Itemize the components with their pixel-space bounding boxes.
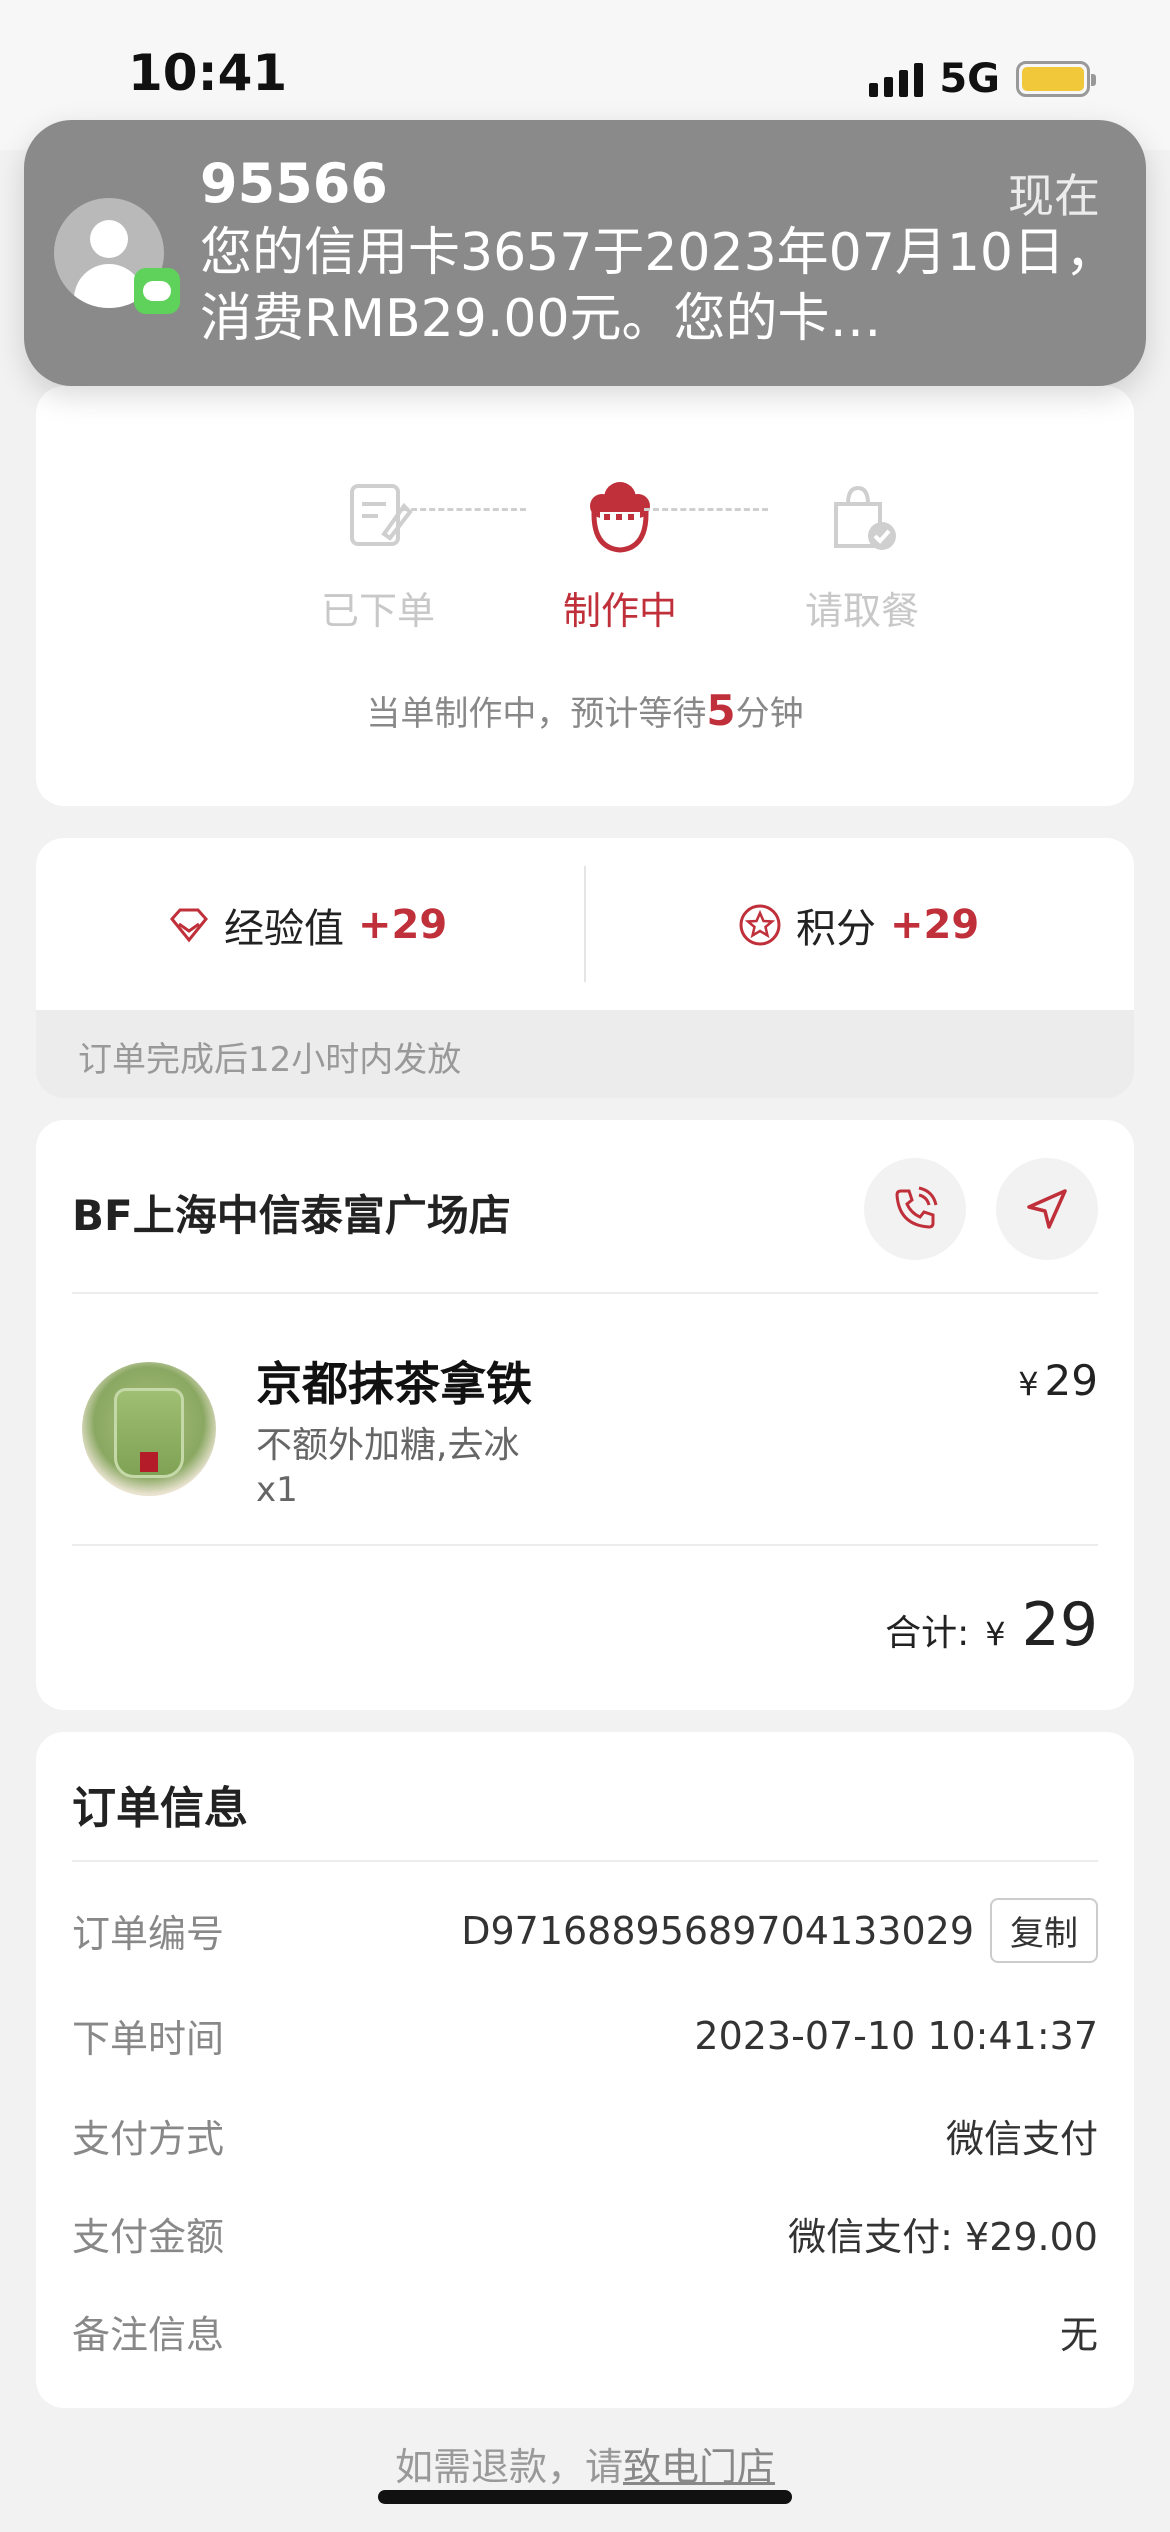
step-connector [402,508,526,511]
order-info-card: 订单信息 订单编号 D9716889568970413302​9 复制 下单时间… [36,1732,1134,2408]
navigation-arrow-icon [1027,1189,1067,1229]
row-label: 备注信息 [72,2313,225,2357]
payment-method: 微信支付 [945,2117,1098,2161]
payment-method-row: 支付方式 微信支付 [72,2108,1098,2163]
currency-symbol: ¥ [1018,1365,1039,1403]
order-time-row: 下单时间 2023-07-10 10:41:37 [72,2008,1098,2063]
divider [72,1292,1098,1294]
status-time: 10:41 [128,44,288,102]
divider [584,866,586,982]
exp-value: +29 [358,902,448,948]
notification-sender: 95566 [200,152,388,215]
messages-app-icon [134,268,180,314]
notification-banner[interactable]: 95566 现在 您的信用卡3657于2023年07月10日，消费RMB29.0… [24,120,1146,386]
row-label: 支付方式 [72,2117,225,2161]
exp-label: 经验值 [224,906,344,952]
wait-prefix: 当单制作中，预计等待 [366,694,707,734]
step-ordered: 已下单 [278,476,478,635]
store-name: BF上海中信泰富广场店 [72,1191,511,1240]
signal-icon [869,61,924,97]
exp-reward: 经验值 +29 [168,896,447,954]
divider [72,1860,1098,1862]
points-reward: 积分 +29 [738,896,979,954]
row-label: 支付金额 [72,2215,225,2259]
product-image [82,1362,216,1496]
call-store-button[interactable] [864,1158,966,1260]
notification-text: 您的信用卡3657于2023年07月10日，消费RMB29.00元。您的卡… [200,223,1118,349]
price-value: 29 [1044,1356,1098,1405]
copy-button[interactable]: 复制 [990,1898,1098,1963]
rewards-note: 订单完成后12小时内发放 [78,1040,462,1080]
phone-icon [895,1186,938,1229]
points-label: 积分 [796,906,876,952]
payment-amount-row: 支付金额 微信支付: ¥29.00 [72,2206,1098,2261]
step-pickup: 请取餐 [762,476,962,635]
row-label: 下单时间 [72,2017,225,2061]
call-store-link[interactable]: 致电门店 [623,2445,775,2489]
rewards-card: 经验值 +29 积分 +29 订单完成后12小时内发放 [36,838,1134,1098]
wait-suffix: 分钟 [735,694,804,734]
diamond-icon [170,908,208,943]
order-time: 2023-07-10 10:41:37 [694,2013,1098,2058]
remarks: 无 [1059,2313,1098,2357]
product-options: 不额外加糖,去冰 [256,1425,520,1466]
step-making-label: 制作中 [562,589,677,633]
row-label: 订单编号 [72,1912,225,1956]
refund-prefix: 如需退款，请 [394,2445,623,2489]
battery-icon [1016,61,1096,97]
step-ordered-label: 已下单 [320,589,435,633]
total-label: 合计: [885,1613,970,1654]
remarks-row: 备注信息 无 [72,2304,1098,2359]
order-number-row: 订单编号 D9716889568970413302​9 复制 [72,1898,1098,1963]
product-price: ¥29 [1018,1356,1098,1405]
rewards-row: 经验值 +29 积分 +29 [36,838,1134,1010]
status-icons: 5G [869,56,1096,102]
divider [72,1544,1098,1546]
store-order-card: BF上海中信泰富广场店 京都抹茶拿铁 不额外加糖,去冰 x1 ¥29 合计: ¥… [36,1120,1134,1710]
order-number: D9716889568970413302​9 [461,1908,974,1953]
step-connector [644,508,768,511]
order-progress-card: 已下单 制作中 请取餐 当单制作中，预计等待5分钟 [36,386,1134,806]
wait-minutes: 5 [706,686,736,735]
payment-amount: 微信支付: ¥29.00 [788,2215,1098,2259]
points-value: +29 [890,902,980,948]
chef-hat-icon [580,476,660,556]
product-quantity: x1 [256,1470,298,1510]
wait-time-text: 当单制作中，预计等待5分钟 [36,686,1134,735]
order-total: 合计: ¥ 29 [885,1590,1098,1660]
step-pickup-label: 请取餐 [804,589,919,633]
home-indicator[interactable] [378,2490,792,2504]
refund-hint: 如需退款，请致电门店 [0,2436,1170,2491]
network-type: 5G [939,56,1000,102]
order-info-title: 订单信息 [72,1783,248,1834]
notification-time: 现在 [1008,169,1100,223]
step-making: 制作中 [520,476,720,635]
navigate-button[interactable] [996,1158,1098,1260]
product-name: 京都抹茶拿铁 [256,1357,532,1411]
shopping-bag-check-icon [822,476,902,556]
currency-symbol: ¥ [985,1615,1006,1653]
order-note-icon [338,476,418,556]
star-circle-icon [739,904,781,946]
total-value: 29 [1021,1590,1098,1660]
